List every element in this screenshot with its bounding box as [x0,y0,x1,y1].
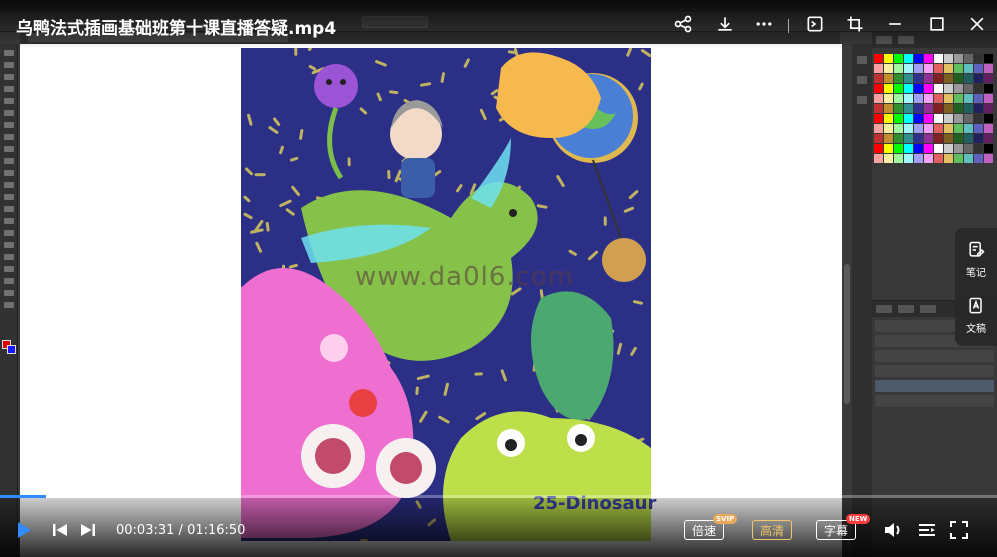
speed-label: 倍速 [692,523,717,538]
player-title-bar: 乌鸭法式插画基础班第十课直播答疑.mp4 [0,0,997,48]
artwork-graphic [241,48,651,541]
ps-panel-icons [852,44,872,557]
close-icon[interactable] [962,8,992,40]
share-icon[interactable] [668,8,698,40]
notes-button[interactable]: 笔记 [955,232,997,286]
playlist-button[interactable] [916,520,938,540]
ps-swatches-panel [872,48,997,169]
current-time: 00:03:31 [116,523,175,538]
svip-badge: SVIP [713,514,738,524]
notes-label: 笔记 [966,267,986,279]
play-icon [18,522,31,538]
side-toolbox: 笔记 文稿 [955,228,997,346]
skip-previous-icon [53,524,67,536]
crop-icon[interactable] [840,8,870,40]
subtitle-label: 字幕 [824,523,849,538]
skip-next-icon [81,524,95,536]
ps-canvas-scrollbar [842,44,852,557]
volume-icon [885,523,900,537]
volume-button[interactable] [882,520,904,540]
manuscript-icon [969,297,982,313]
fullscreen-button[interactable] [948,520,970,540]
watermark-text: www.da0l6.com [355,262,575,292]
quality-button[interactable]: 高清 [752,520,793,540]
duration-time: 01:16:50 [187,523,246,538]
ps-toolbar [0,44,18,557]
playback-time: 00:03:31 / 01:16:50 [116,523,245,538]
next-button[interactable] [78,520,98,540]
new-badge: NEW [846,514,871,524]
manuscript-label: 文稿 [966,323,986,335]
illustration-artwork [241,48,651,541]
fullscreen-icon [950,521,968,539]
playlist-icon [919,524,935,536]
screenshot-icon[interactable] [800,8,830,40]
top-toolbar [0,8,997,40]
download-icon[interactable] [710,8,740,40]
time-separator: / [178,523,183,538]
note-edit-icon [969,241,985,257]
manuscript-button[interactable]: 文稿 [955,288,997,342]
player-control-bar: 00:03:31 / 01:16:50 倍速 SVIP 高清 字幕 NEW [0,498,997,557]
background-color-swatch [7,345,16,354]
play-button[interactable] [12,518,36,542]
more-icon[interactable] [749,8,779,40]
previous-button[interactable] [50,520,70,540]
quality-label: 高清 [760,523,785,538]
toolbar-divider [788,19,789,33]
maximize-icon[interactable] [922,8,952,40]
video-frame[interactable]: www.da0l6.com 25-Dinosaur 乌鸭法式插画基础班第十课直播… [0,0,997,557]
minimize-icon[interactable] [880,8,910,40]
